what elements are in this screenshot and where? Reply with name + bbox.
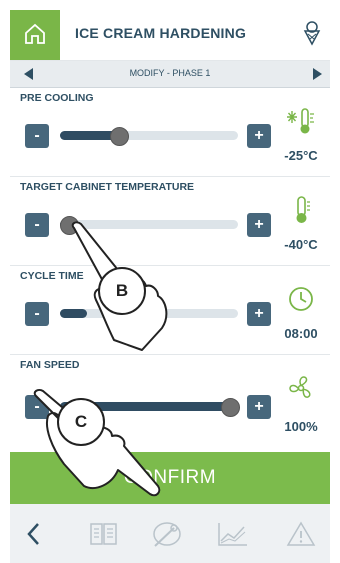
- param-label: FAN SPEED: [20, 359, 80, 371]
- param-pre-cooling: PRE COOLING - + -25°C: [10, 88, 330, 177]
- callout-c: C: [57, 398, 105, 446]
- thermometer-icon: [296, 196, 310, 223]
- increase-button[interactable]: +: [247, 124, 271, 148]
- home-icon: [25, 23, 45, 44]
- decrease-button[interactable]: -: [25, 124, 49, 148]
- phase-navigation-bar: MODIFY - PHASE 1: [10, 61, 330, 88]
- increase-button[interactable]: +: [247, 395, 271, 419]
- warning-icon[interactable]: [286, 520, 316, 548]
- decrease-button[interactable]: -: [25, 213, 49, 237]
- param-label: PRE COOLING: [20, 92, 94, 104]
- phone-screen: ICE CREAM HARDENING MODIFY - PHASE 1 PRE…: [10, 10, 330, 563]
- param-value: -40°C: [284, 237, 318, 252]
- bottom-toolbar: [10, 504, 330, 563]
- hand-pointer-c-illustration: [33, 388, 161, 497]
- home-button[interactable]: [10, 10, 60, 60]
- callout-b: B: [98, 267, 146, 315]
- phase-label: MODIFY - PHASE 1: [129, 68, 211, 78]
- param-value: 100%: [284, 419, 318, 434]
- chart-icon[interactable]: [216, 520, 250, 548]
- back-icon[interactable]: [22, 520, 46, 548]
- param-value: -25°C: [284, 148, 318, 163]
- increase-button[interactable]: +: [247, 302, 271, 326]
- slider-handle[interactable]: [221, 398, 240, 417]
- header: ICE CREAM HARDENING: [10, 10, 330, 61]
- slider-track[interactable]: [60, 127, 238, 146]
- slider-handle[interactable]: [110, 127, 130, 146]
- next-phase-button[interactable]: [313, 68, 322, 80]
- increase-button[interactable]: +: [247, 213, 271, 237]
- fan-icon: [289, 376, 311, 398]
- ice-cream-cone-icon: [303, 21, 321, 46]
- decrease-button[interactable]: -: [25, 302, 49, 326]
- probe-icon[interactable]: [150, 520, 184, 550]
- recipe-book-icon[interactable]: [88, 520, 120, 548]
- page-title: ICE CREAM HARDENING: [75, 25, 247, 41]
- param-label: TARGET CABINET TEMPERATURE: [20, 181, 195, 193]
- thermometer-snowflake-icon: [287, 108, 314, 134]
- param-value: 08:00: [284, 326, 318, 341]
- clock-icon: [289, 287, 313, 311]
